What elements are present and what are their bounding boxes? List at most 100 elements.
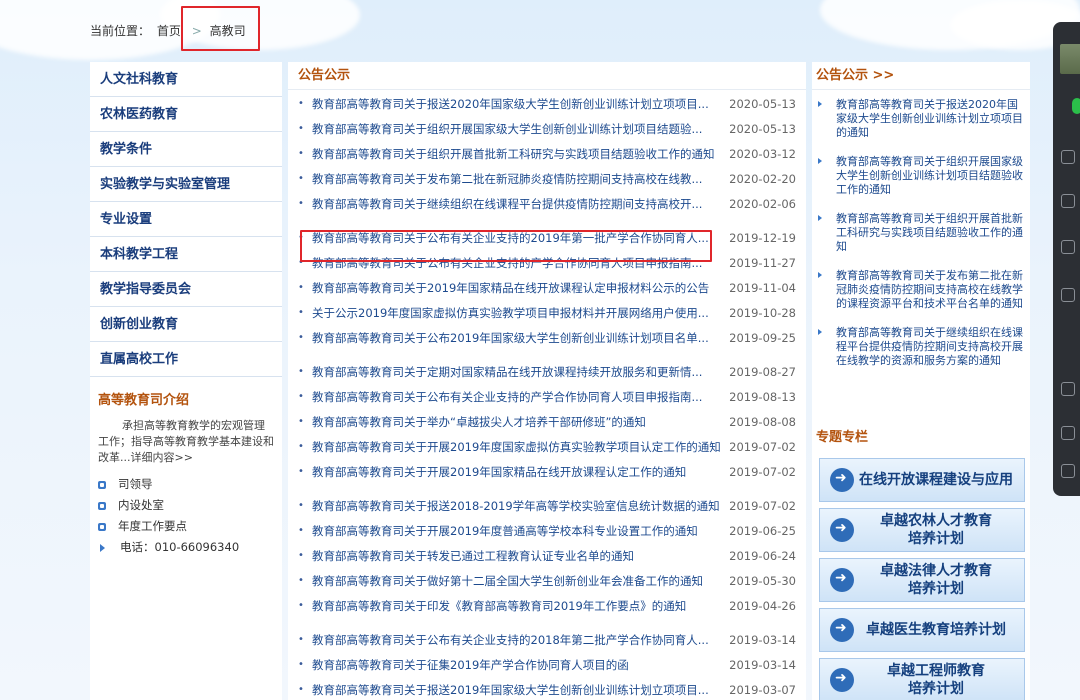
- banner-agri-forestry[interactable]: 卓越农林人才教育 培养计划: [819, 508, 1025, 552]
- intro-text[interactable]: 承担高等教育教学的宏观管理工作；指导高等教育教学基本建设和改革...详细内容>>: [90, 408, 282, 466]
- notice-item-title[interactable]: 教育部高等教育司关于开展2019年度普通高等学校本科专业设置工作的通知: [312, 521, 722, 541]
- notice-item-date: 2020-02-06: [729, 197, 796, 211]
- notice-item-date: 2019-08-13: [729, 390, 796, 404]
- notice-item-title[interactable]: 教育部高等教育司关于公布2019年国家级大学生创新创业训练计划项目名单...: [312, 328, 722, 348]
- user-icon[interactable]: [1061, 150, 1075, 164]
- box-icon[interactable]: [1061, 194, 1075, 208]
- menu-icon[interactable]: [1061, 464, 1075, 478]
- sidebar-item-conditions[interactable]: 教学条件: [90, 132, 282, 167]
- notice-item-date: 2020-05-13: [729, 97, 796, 111]
- notice-item-title[interactable]: 教育部高等教育司关于继续组织在线课程平台提供疫情防控期间支持高校开...: [312, 194, 722, 214]
- right-notice-list: 教育部高等教育司关于报送2020年国家级大学生创新创业训练计划立项项目的通知 教…: [812, 90, 1030, 368]
- notice-item[interactable]: • 教育部高等教育司关于举办“卓越拔尖人才培养干部研修班”的通知 2019-08-0…: [298, 412, 798, 432]
- notice-item-title[interactable]: 教育部高等教育司关于征集2019年产学合作协同育人项目的函: [312, 655, 722, 675]
- notice-item-title[interactable]: 教育部高等教育司关于2019年国家精品在线开放课程认定申报材料公示的公告: [312, 278, 722, 298]
- bullet-icon: •: [298, 634, 304, 645]
- notice-item-title[interactable]: 教育部高等教育司关于公布有关企业支持的产学合作协同育人项目申报指南...: [312, 387, 722, 407]
- sidebar-item-labs[interactable]: 实验教学与实验室管理: [90, 167, 282, 202]
- notice-item[interactable]: • 教育部高等教育司关于开展2019年度普通高等学校本科专业设置工作的通知 2019…: [298, 521, 798, 541]
- list-item[interactable]: 年度工作要点: [98, 516, 282, 537]
- sidebar-item-majors[interactable]: 专业设置: [90, 202, 282, 237]
- notice-item[interactable]: • 教育部高等教育司关于2019年国家精品在线开放课程认定申报材料公示的公告 201…: [298, 278, 798, 298]
- bullet-icon: •: [298, 416, 304, 427]
- bullet-icon: •: [298, 550, 304, 561]
- banner-law[interactable]: 卓越法律人才教育 培养计划: [819, 558, 1025, 602]
- notice-item-title[interactable]: 教育部高等教育司关于公布有关企业支持的2018年第二批产学合作协同育人...: [312, 630, 722, 650]
- notice-item[interactable]: • 教育部高等教育司关于组织开展首批新工科研究与实践项目结题验收工作的通知 2020…: [298, 144, 798, 164]
- chat-icon[interactable]: [1072, 98, 1080, 114]
- arrow-circle-icon: [830, 668, 854, 692]
- settings-icon[interactable]: [1061, 288, 1075, 302]
- square-bullet-icon: [98, 522, 106, 531]
- sidebar-item-direct-univ[interactable]: 直属高校工作: [90, 342, 282, 377]
- notice-item[interactable]: • 教育部高等教育司关于做好第十二届全国大学生创新创业年会准备工作的通知 2019-…: [298, 571, 798, 591]
- special-title: 专题专栏: [816, 430, 869, 445]
- notice-item-title[interactable]: 教育部高等教育司关于做好第十二届全国大学生创新创业年会准备工作的通知: [312, 571, 722, 591]
- notice-item[interactable]: • 关于公示2019年度国家虚拟仿真实验教学项目申报材料并开展网络用户使用... 2…: [298, 303, 798, 323]
- bullet-icon: •: [298, 466, 304, 477]
- notice-item[interactable]: • 教育部高等教育司关于征集2019年产学合作协同育人项目的函 2019-03-14: [298, 655, 798, 675]
- notice-item-date: 2019-07-02: [729, 440, 796, 454]
- notice-item-title[interactable]: 教育部高等教育司关于报送2019年国家级大学生创新创业训练计划立项项目...: [312, 680, 722, 700]
- banner-doctor[interactable]: 卓越医生教育培养计划: [819, 608, 1025, 652]
- notice-item[interactable]: • 教育部高等教育司关于定期对国家精品在线开放课程持续开放服务和更新情... 201…: [298, 362, 798, 382]
- notice-item-title[interactable]: 教育部高等教育司关于发布第二批在新冠肺炎疫情防控期间支持高校在线教...: [312, 169, 722, 189]
- notice-item[interactable]: • 教育部高等教育司关于公布有关企业支持的产学合作协同育人项目申报指南... 201…: [298, 387, 798, 407]
- notice-item-title[interactable]: 教育部高等教育司关于报送2018-2019学年高等学校实验室信息统计数据的通知: [312, 496, 722, 516]
- list-item[interactable]: 内设处室: [98, 495, 282, 516]
- notice-item-date: 2019-04-26: [729, 599, 796, 613]
- notice-item-title[interactable]: 教育部高等教育司关于开展2019年度国家虚拟仿真实验教学项目认定工作的通知: [312, 437, 722, 457]
- list-item[interactable]: 教育部高等教育司关于继续组织在线课程平台提供疫情防控期间支持高校开展在线教学的资…: [816, 326, 1024, 368]
- sidebar-item-undergrad[interactable]: 本科教学工程: [90, 237, 282, 272]
- notice-item[interactable]: • 教育部高等教育司关于转发已通过工程教育认证专业名单的通知 2019-06-24: [298, 546, 798, 566]
- floating-sidebar: [1053, 22, 1080, 496]
- list-item[interactable]: 教育部高等教育司关于组织开展国家级大学生创新创业训练计划项目结题验收工作的通知: [816, 155, 1024, 197]
- notice-item-title[interactable]: 教育部高等教育司关于转发已通过工程教育认证专业名单的通知: [312, 546, 722, 566]
- notice-item[interactable]: • 教育部高等教育司关于公布有关企业支持的2018年第二批产学合作协同育人... 2…: [298, 630, 798, 650]
- highlight-box-breadcrumb: [181, 6, 260, 51]
- notice-item-title[interactable]: 教育部高等教育司关于定期对国家精品在线开放课程持续开放服务和更新情...: [312, 362, 722, 382]
- notice-item-title[interactable]: 关于公示2019年度国家虚拟仿真实验教学项目申报材料并开展网络用户使用...: [312, 303, 722, 323]
- list-item[interactable]: 教育部高等教育司关于组织开展首批新工科研究与实践项目结题验收工作的通知: [816, 212, 1024, 254]
- notice-item[interactable]: • 教育部高等教育司关于报送2019年国家级大学生创新创业训练计划立项项目... 2…: [298, 680, 798, 700]
- notice-item[interactable]: • 教育部高等教育司关于印发《教育部高等教育司2019年工作要点》的通知 2019-…: [298, 596, 798, 616]
- arrow-circle-icon: [830, 568, 854, 592]
- notice-item-title[interactable]: 教育部高等教育司关于组织开展首批新工科研究与实践项目结题验收工作的通知: [312, 144, 722, 164]
- notice-item[interactable]: • 教育部高等教育司关于报送2020年国家级大学生创新创业训练计划立项项目... 2…: [298, 94, 798, 114]
- notice-item[interactable]: • 教育部高等教育司关于公布2019年国家级大学生创新创业训练计划项目名单... 2…: [298, 328, 798, 348]
- bullet-icon: •: [298, 525, 304, 536]
- list-item[interactable]: 教育部高等教育司关于发布第二批在新冠肺炎疫情防控期间支持高校在线教学的课程资源平…: [816, 269, 1024, 311]
- notice-item-title[interactable]: 教育部高等教育司关于报送2020年国家级大学生创新创业训练计划立项项目...: [312, 94, 722, 114]
- notice-item-title[interactable]: 教育部高等教育司关于组织开展国家级大学生创新创业训练计划项目结题验...: [312, 119, 722, 139]
- notice-item[interactable]: • 教育部高等教育司关于报送2018-2019学年高等学校实验室信息统计数据的通知…: [298, 496, 798, 516]
- breadcrumb-home[interactable]: 首页: [157, 24, 181, 38]
- bullet-icon: •: [298, 500, 304, 511]
- sidebar-item-humanities[interactable]: 人文社科教育: [90, 62, 282, 97]
- notice-item[interactable]: • 教育部高等教育司关于组织开展国家级大学生创新创业训练计划项目结题验... 202…: [298, 119, 798, 139]
- list-item[interactable]: 司领导: [98, 474, 282, 495]
- search-icon[interactable]: [1061, 382, 1075, 396]
- banner-online-course[interactable]: 在线开放课程建设与应用: [819, 458, 1025, 502]
- sidebar-item-innovation[interactable]: 创新创业教育: [90, 307, 282, 342]
- notice-item-title[interactable]: 教育部高等教育司关于印发《教育部高等教育司2019年工作要点》的通知: [312, 596, 722, 616]
- banner-engineer[interactable]: 卓越工程师教育 培养计划: [819, 658, 1025, 700]
- right-notice-title[interactable]: 公告公示 >>: [812, 62, 1030, 90]
- notice-item-date: 2019-06-25: [729, 524, 796, 538]
- notice-item[interactable]: • 教育部高等教育司关于开展2019年国家精品在线开放课程认定工作的通知 2019-…: [298, 462, 798, 482]
- bullet-icon: •: [298, 684, 304, 695]
- list-item[interactable]: 教育部高等教育司关于报送2020年国家级大学生创新创业训练计划立项项目的通知: [816, 98, 1024, 140]
- sidebar-item-committee[interactable]: 教学指导委员会: [90, 272, 282, 307]
- notice-item-title[interactable]: 教育部高等教育司关于开展2019年国家精品在线开放课程认定工作的通知: [312, 462, 722, 482]
- notice-item-title[interactable]: 教育部高等教育司关于举办“卓越拔尖人才培养干部研修班”的通知: [312, 412, 722, 432]
- notice-item-date: 2019-07-02: [729, 499, 796, 513]
- intro-links: 司领导 内设处室 年度工作要点 电话：010-66096340: [90, 466, 282, 558]
- file-icon[interactable]: [1061, 426, 1075, 440]
- notice-item[interactable]: • 教育部高等教育司关于开展2019年度国家虚拟仿真实验教学项目认定工作的通知 20…: [298, 437, 798, 457]
- notice-item-date: 2020-02-20: [729, 172, 796, 186]
- bookmark-icon[interactable]: [1061, 240, 1075, 254]
- sidebar-item-agri-med[interactable]: 农林医药教育: [90, 97, 282, 132]
- notice-item[interactable]: • 教育部高等教育司关于发布第二批在新冠肺炎疫情防控期间支持高校在线教... 202…: [298, 169, 798, 189]
- notice-item[interactable]: • 教育部高等教育司关于继续组织在线课程平台提供疫情防控期间支持高校开... 202…: [298, 194, 798, 214]
- bullet-icon: •: [298, 659, 304, 670]
- arrow-circle-icon: [830, 518, 854, 542]
